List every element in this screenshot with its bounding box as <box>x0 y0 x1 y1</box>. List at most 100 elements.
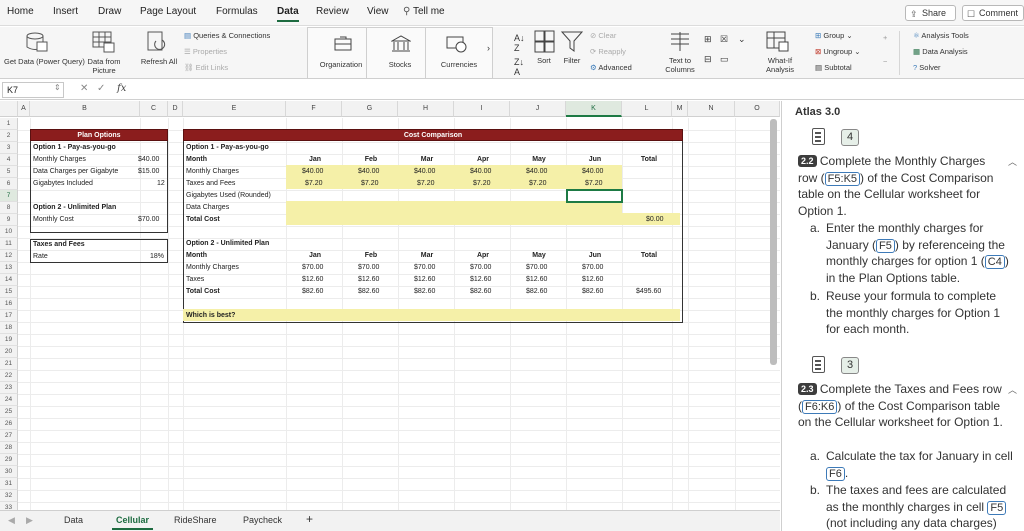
collapse-step-icon[interactable]: ︿ <box>1008 155 1017 168</box>
opt1-taxes-mar[interactable]: $7.20 <box>417 178 435 189</box>
opt2-taxes-jan[interactable]: $12.60 <box>302 274 323 285</box>
opt2-charges-may[interactable]: $70.00 <box>526 262 547 273</box>
column-header[interactable]: D <box>168 101 183 117</box>
queries-connections-button[interactable]: ▤ Queries & Connections <box>184 31 270 40</box>
row-header[interactable]: 17 <box>0 310 18 322</box>
group-button[interactable]: ⊞ Group ⌄ <box>815 31 853 40</box>
row-header[interactable]: 3 <box>0 142 18 154</box>
opt2-total-jun[interactable]: $82.60 <box>582 286 603 297</box>
plan-monthly-charges-value[interactable]: $40.00 <box>138 154 159 165</box>
opt2-total-value[interactable]: $495.60 <box>636 286 661 297</box>
cell-reference[interactable]: C4 <box>984 255 1005 270</box>
opt2-charges-jan[interactable]: $70.00 <box>302 262 323 273</box>
relationships-icon[interactable]: ⌄ <box>738 35 746 44</box>
tab-review[interactable]: Review <box>316 6 349 17</box>
row-header[interactable]: 28 <box>0 442 18 454</box>
opt2-charges-jun[interactable]: $70.00 <box>582 262 603 273</box>
data-type-organization[interactable]: Organization <box>307 27 375 79</box>
row-header[interactable]: 10 <box>0 226 18 238</box>
row-header[interactable]: 1 <box>0 118 18 130</box>
book-icon[interactable] <box>812 356 825 373</box>
tab-view[interactable]: View <box>367 6 389 17</box>
sheet-tab-data[interactable]: Data <box>64 515 83 525</box>
opt1-charges-apr[interactable]: $40.00 <box>470 166 491 177</box>
opt1-taxes-jan[interactable]: $7.20 <box>305 178 323 189</box>
opt2-taxes-apr[interactable]: $12.60 <box>470 274 491 285</box>
opt2-total-feb[interactable]: $82.60 <box>358 286 379 297</box>
tab-formulas[interactable]: Formulas <box>216 6 258 17</box>
column-header[interactable]: E <box>183 101 286 117</box>
consolidate-icon[interactable]: ▭ <box>720 55 729 64</box>
column-header[interactable]: G <box>342 101 398 117</box>
data-type-currencies[interactable]: Currencies <box>425 27 493 79</box>
tab-page-layout[interactable]: Page Layout <box>140 6 196 17</box>
data-validation-icon[interactable]: ☒ <box>720 35 728 44</box>
plan-data-charges-value[interactable]: $15.00 <box>138 166 159 177</box>
opt2-total-apr[interactable]: $82.60 <box>470 286 491 297</box>
row-header[interactable]: 11 <box>0 238 18 250</box>
row-header[interactable]: 4 <box>0 154 18 166</box>
tab-data[interactable]: Data <box>277 6 299 22</box>
column-header[interactable]: N <box>688 101 735 117</box>
vertical-scrollbar-thumb[interactable] <box>770 119 777 365</box>
opt2-charges-feb[interactable]: $70.00 <box>358 262 379 273</box>
cell-reference[interactable]: F6 <box>826 466 845 481</box>
remove-duplicates-icon[interactable]: ⊟ <box>704 55 712 64</box>
show-detail-icon[interactable]: + <box>883 33 887 42</box>
subtotal-button[interactable]: ▤ Subtotal <box>815 63 852 72</box>
opt1-taxes-feb[interactable]: $7.20 <box>361 178 379 189</box>
sort-ascending-icon[interactable]: A↓ Z <box>514 33 525 53</box>
opt1-taxes-may[interactable]: $7.20 <box>529 178 547 189</box>
row-header[interactable]: 19 <box>0 334 18 346</box>
opt2-total-jan[interactable]: $82.60 <box>302 286 323 297</box>
tab-draw[interactable]: Draw <box>98 6 121 17</box>
collapse-step-icon[interactable]: ︿ <box>1008 383 1017 396</box>
row-header[interactable]: 32 <box>0 490 18 502</box>
worksheet-grid[interactable]: ABCDEFGHIJKLMNO 1 2 3 4 5 6 7 8 9 10 11 12 13 14 15 16 1… <box>0 101 780 510</box>
opt2-taxes-jun[interactable]: $12.60 <box>582 274 603 285</box>
sheet-tab-paycheck[interactable]: Paycheck <box>243 515 282 525</box>
opt1-charges-may[interactable]: $40.00 <box>526 166 547 177</box>
tab-home[interactable]: Home <box>7 6 34 17</box>
row-header[interactable]: 2 <box>0 130 18 142</box>
select-all-corner[interactable] <box>0 101 18 117</box>
row-header[interactable]: 29 <box>0 454 18 466</box>
ungroup-button[interactable]: ⊠ Ungroup ⌄ <box>815 47 861 56</box>
comment-button[interactable]: ☐ Comment <box>962 5 1024 21</box>
row-header[interactable]: 22 <box>0 370 18 382</box>
column-header[interactable]: I <box>454 101 510 117</box>
flash-fill-icon[interactable]: ⊞ <box>704 35 712 44</box>
row-header[interactable]: 15 <box>0 286 18 298</box>
selected-cell-k7[interactable] <box>566 189 623 203</box>
column-header[interactable]: K <box>566 101 622 117</box>
tab-insert[interactable]: Insert <box>53 6 78 17</box>
column-header[interactable]: L <box>622 101 672 117</box>
edit-links-button[interactable]: ⛓ Edit Links <box>184 63 228 72</box>
opt1-charges-jun[interactable]: $40.00 <box>582 166 603 177</box>
reapply-button[interactable]: ⟳ Reapply <box>590 47 626 56</box>
properties-button[interactable]: ☰ Properties <box>184 47 227 56</box>
row-header[interactable]: 5 <box>0 166 18 178</box>
opt2-total-mar[interactable]: $82.60 <box>414 286 435 297</box>
row-header[interactable]: 13 <box>0 262 18 274</box>
opt1-taxes-jun[interactable]: $7.20 <box>585 178 603 189</box>
row-header[interactable]: 23 <box>0 382 18 394</box>
opt1-taxes-apr[interactable]: $7.20 <box>473 178 491 189</box>
plan-rate-value[interactable]: 18% <box>150 251 164 262</box>
opt1-charges-mar[interactable]: $40.00 <box>414 166 435 177</box>
sheet-tab-rideshare[interactable]: RideShare <box>174 515 217 525</box>
hide-detail-icon[interactable]: − <box>883 57 887 66</box>
data-analysis-button[interactable]: ▦ Data Analysis <box>913 47 968 56</box>
plan-gigabytes-value[interactable]: 12 <box>157 178 165 189</box>
row-header[interactable]: 14 <box>0 274 18 286</box>
opt1-charges-feb[interactable]: $40.00 <box>358 166 379 177</box>
opt1-total-value[interactable]: $0.00 <box>646 214 664 225</box>
row-header[interactable]: 20 <box>0 346 18 358</box>
row-header[interactable]: 12 <box>0 250 18 262</box>
cell-reference[interactable]: F5:K5 <box>824 171 861 186</box>
analysis-tools-button[interactable]: ⚛ Analysis Tools <box>913 31 969 40</box>
cell-reference[interactable]: F5 <box>876 238 895 253</box>
cancel-icon[interactable]: ✕ <box>80 83 88 94</box>
row-header[interactable]: 8 <box>0 202 18 214</box>
row-header[interactable]: 25 <box>0 406 18 418</box>
